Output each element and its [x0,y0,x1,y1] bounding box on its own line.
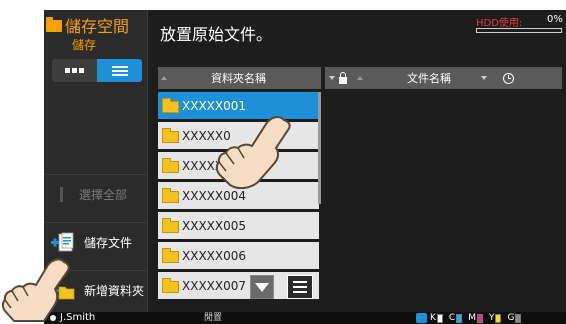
folder-icon [162,217,179,233]
toner-k: K [430,313,443,323]
app-title-text: 儲存空間 [65,17,130,36]
folder-icon [162,277,179,293]
app-title: 儲存空間 [46,13,129,37]
page-title: 放置原始文件。 [160,25,273,44]
file-list [325,92,562,312]
file-name-column-header[interactable]: 文件名稱 [325,67,562,89]
select-all-label: 選擇全部 [79,188,128,202]
folder-name: XXXXX007 [182,278,247,293]
maintenance-icon[interactable] [416,313,427,323]
clock-icon [503,72,514,84]
status-bar: J.Smith 閒置 K C M Y G [44,312,566,324]
toner-c: C [449,313,463,323]
store-document-icon [51,232,74,251]
storage-folder-icon [46,17,62,32]
triangle-down-icon [255,282,269,292]
new-folder-label: 新增資料夾 [84,284,145,298]
toner-y: Y [489,313,502,323]
toner-level [456,314,463,323]
select-all-button[interactable]: 選擇全部 [44,174,148,214]
lock-icon [339,71,347,84]
grid-view-button[interactable] [52,59,97,82]
folder-icon [162,157,179,173]
folder-name-header-label: 資料夾名稱 [211,72,266,85]
store-document-label: 儲存文件 [84,236,133,250]
toner-level [495,314,502,323]
folder-icon [162,247,179,263]
folder-row[interactable]: XXXXX005 [158,212,319,239]
tapping-hand-icon [1,258,70,322]
toner-level [476,314,483,323]
toner-levels: K C M Y G [416,312,527,324]
folder-row[interactable]: XXXXX006 [158,242,319,269]
grid-view-icon [65,68,84,73]
folder-name-column-header[interactable]: 資料夾名稱 [158,67,321,89]
app-subtitle: 儲存 [72,38,97,52]
toner-level [515,314,522,323]
view-toggle [52,59,142,82]
scroll-down-button[interactable] [250,275,274,299]
folder-icon [162,97,179,113]
chevron-down-icon [481,76,487,80]
folder-icon [162,127,179,143]
list-view-icon [111,65,128,76]
printer-panel-screen: 儲存空間 儲存 選擇全部 儲存文件 新增資料夾 放置原始文件。 HDD使用: 0… [44,10,566,324]
file-name-header-label: 文件名稱 [407,72,451,85]
menu-button[interactable] [287,275,313,299]
device-status: 閒置 [204,313,223,323]
folder-icon [162,187,179,203]
folder-list-scrollbar[interactable] [318,92,321,204]
folder-name: XXXXX006 [182,248,247,263]
sort-ascending-icon [357,76,363,80]
toner-level [436,314,443,323]
hdd-usage-bar [476,28,562,33]
folder-name: XXXXX005 [182,218,247,233]
hdd-usage-label: HDD使用: [476,18,523,29]
toner-g: G [507,313,522,323]
hdd-usage-value: 0% [547,14,563,25]
list-view-button[interactable] [97,59,142,82]
chevron-down-icon [329,76,335,80]
toner-m: M [468,313,483,323]
sort-ascending-icon [161,76,167,80]
tapping-hand-icon [215,116,291,190]
folder-name: XXXXX004 [182,188,247,203]
select-all-indicator [60,187,63,202]
